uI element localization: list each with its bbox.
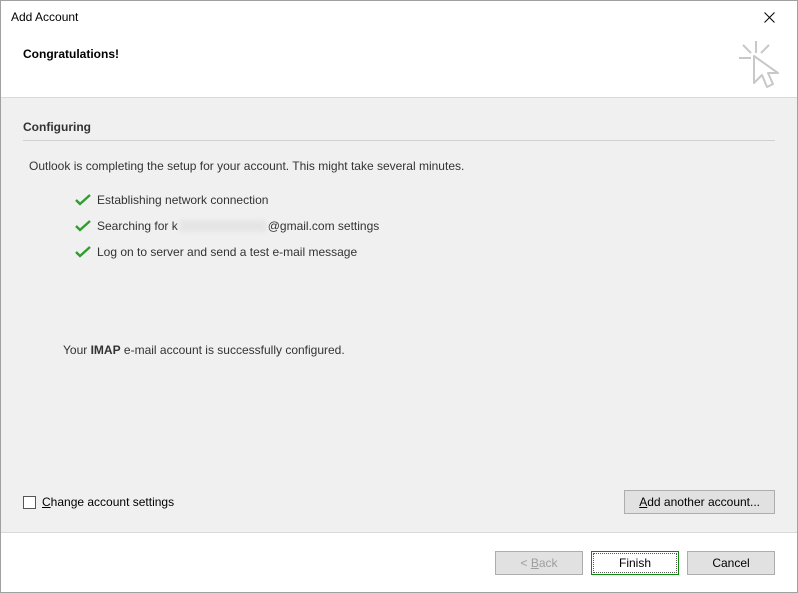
redacted-text xyxy=(180,220,266,232)
step-row: Searching for k @gmail.com settings xyxy=(75,213,775,239)
add-another-account-button[interactable]: Add another account... xyxy=(624,490,775,514)
step-label-prefix: Searching for k xyxy=(97,219,178,233)
label-rest: hange account settings xyxy=(51,495,174,509)
button-label: Cancel xyxy=(712,556,749,570)
checkbox-box xyxy=(23,496,36,509)
success-message: Your IMAP e-mail account is successfully… xyxy=(63,343,775,357)
body-panel: Configuring Outlook is completing the se… xyxy=(1,97,797,533)
step-row: Establishing network connection xyxy=(75,187,775,213)
label-rest: ack xyxy=(539,556,558,570)
label-rest: dd another account... xyxy=(647,495,760,509)
close-button[interactable] xyxy=(747,3,791,31)
success-bold: IMAP xyxy=(91,343,121,357)
add-account-dialog: Add Account Congratulations! Configurin xyxy=(0,0,798,593)
title-bar: Add Account xyxy=(1,1,797,33)
finish-button[interactable]: Finish xyxy=(591,551,679,575)
step-label-suffix: @gmail.com settings xyxy=(268,219,380,233)
steps-list: Establishing network connection Searchin… xyxy=(75,187,775,265)
cancel-button[interactable]: Cancel xyxy=(687,551,775,575)
step-row: Log on to server and send a test e-mail … xyxy=(75,239,775,265)
step-label: Establishing network connection xyxy=(97,193,268,207)
options-row: Change account settings Add another acco… xyxy=(23,490,775,514)
divider xyxy=(23,140,775,141)
lt: < xyxy=(520,556,530,570)
cursor-click-icon xyxy=(733,39,783,92)
success-suffix: e-mail account is successfully configure… xyxy=(121,343,345,357)
mnemonic: B xyxy=(531,556,539,570)
checkmark-icon xyxy=(75,246,97,258)
close-icon xyxy=(764,12,775,23)
success-prefix: Your xyxy=(63,343,91,357)
button-label: Finish xyxy=(619,556,651,570)
checkbox-label: Change account settings xyxy=(42,495,174,509)
headline: Congratulations! xyxy=(23,47,775,61)
change-account-settings-checkbox[interactable]: Change account settings xyxy=(23,495,174,509)
dialog-footer: < Back Finish Cancel xyxy=(1,533,797,592)
window-title: Add Account xyxy=(11,10,747,24)
step-label: Searching for k @gmail.com settings xyxy=(97,219,379,233)
checkmark-icon xyxy=(75,220,97,232)
section-title: Configuring xyxy=(23,120,775,134)
checkmark-icon xyxy=(75,194,97,206)
dialog-header: Congratulations! xyxy=(1,33,797,97)
back-button: < Back xyxy=(495,551,583,575)
mnemonic: C xyxy=(42,495,51,509)
intro-text: Outlook is completing the setup for your… xyxy=(29,159,775,173)
step-label: Log on to server and send a test e-mail … xyxy=(97,245,357,259)
